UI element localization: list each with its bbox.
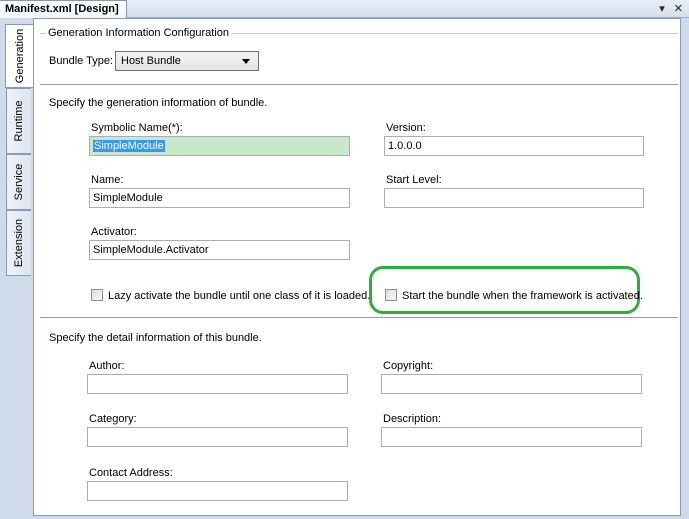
activator-value: SimpleModule.Activator [93,244,209,256]
side-tabs: Generation Runtime Service Extension [0,18,33,519]
start-bundle-label: Start the bundle when the framework is a… [402,290,643,302]
lazy-activate-label: Lazy activate the bundle until one class… [108,290,371,302]
contact-address-label: Contact Address: [89,467,173,479]
group-title: Generation Information Configuration [46,27,231,39]
lazy-activate-checkbox[interactable] [91,289,103,301]
start-level-label: Start Level: [386,174,442,186]
separator-2 [40,317,678,318]
version-label: Version: [386,122,426,134]
tab-generation[interactable]: Generation [5,24,33,88]
contact-address-input[interactable] [87,481,348,501]
symbolic-name-value: SimpleModule [93,140,165,152]
start-bundle-checkbox[interactable] [385,289,397,301]
category-input[interactable] [87,427,348,447]
tab-service[interactable]: Service [6,154,31,210]
detail-heading: Specify the detail information of this b… [49,332,262,344]
description-input[interactable] [381,427,642,447]
author-input[interactable] [87,374,348,394]
description-label: Description: [383,413,442,425]
name-input[interactable]: SimpleModule [89,188,350,208]
name-label: Name: [91,174,124,186]
copyright-label: Copyright: [383,360,434,372]
close-icon[interactable]: ✕ [674,3,683,15]
document-tab-manifest[interactable]: Manifest.xml [Design] [0,0,127,18]
start-level-input[interactable] [384,188,644,208]
author-label: Author: [89,360,125,372]
bundle-type-select[interactable]: Host Bundle [115,51,259,71]
tab-service-label: Service [13,163,25,201]
tab-dropdown-icon[interactable]: ▾ [659,3,665,15]
generation-heading: Specify the generation information of bu… [49,97,268,109]
bundle-type-label: Bundle Type: [49,55,114,67]
name-value: SimpleModule [93,192,163,204]
version-input[interactable]: 1.0.0.0 [384,136,644,156]
copyright-input[interactable] [381,374,642,394]
version-value: 1.0.0.0 [388,140,422,152]
category-label: Category: [89,413,137,425]
tab-generation-label: Generation [13,28,26,84]
separator-1 [40,84,678,85]
bundle-type-value: Host Bundle [121,55,181,67]
tab-extension-label: Extension [13,218,25,268]
tab-extension[interactable]: Extension [6,210,31,276]
chevron-down-icon [242,59,250,64]
symbolic-name-label: Symbolic Name(*): [91,122,183,134]
right-edge [681,18,689,519]
symbolic-name-input[interactable]: SimpleModule [89,136,350,156]
tab-controls: ▾ ✕ [653,2,683,15]
document-tabstrip: Manifest.xml [Design] ▾ ✕ [0,0,689,18]
activator-input[interactable]: SimpleModule.Activator [89,240,350,260]
tab-runtime-label: Runtime [13,100,25,142]
activator-label: Activator: [91,226,137,238]
tab-runtime[interactable]: Runtime [6,88,31,154]
